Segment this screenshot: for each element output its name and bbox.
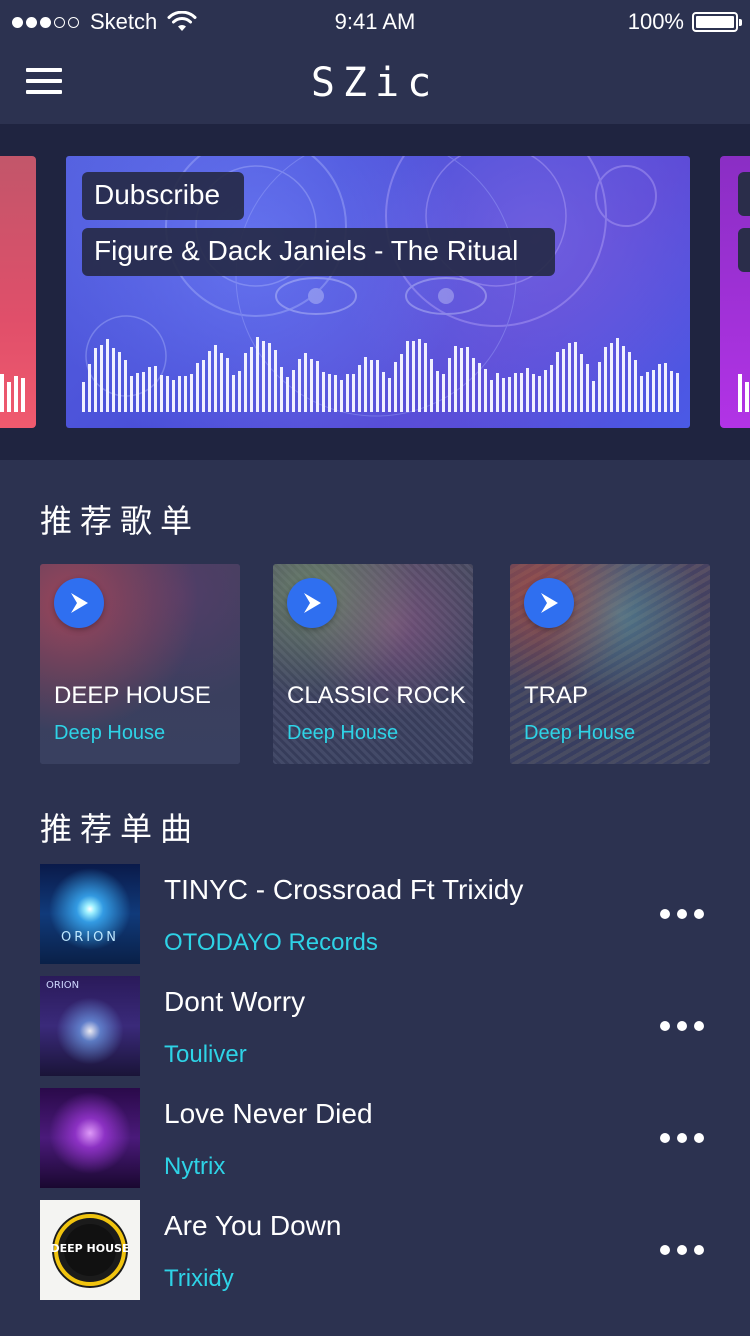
battery-icon xyxy=(692,12,742,32)
cover-text: DEEP HOUSE xyxy=(50,1242,130,1255)
more-options-icon[interactable] xyxy=(660,1128,704,1148)
song-cover: ORION xyxy=(40,864,140,964)
playlist-subtitle: Deep House xyxy=(524,722,636,744)
playlist-title: TRAP xyxy=(524,682,589,709)
audio-visualizer xyxy=(82,332,679,412)
song-row[interactable]: ORION TINYC - Crossroad Ft Trixidy OTODA… xyxy=(40,864,710,964)
playlist-title: CLASSIC ROCK xyxy=(287,682,466,709)
song-cover: DEEP HOUSE xyxy=(40,1200,140,1300)
play-icon[interactable] xyxy=(524,578,574,628)
song-cover xyxy=(40,1088,140,1188)
banner-featured-card[interactable]: Dubscribe Figure & Dack Janiels - The Ri… xyxy=(66,156,690,428)
navbar: SZic xyxy=(0,44,750,124)
song-row[interactable]: Love Never Died Nytrix xyxy=(40,1088,710,1188)
more-options-icon[interactable] xyxy=(660,904,704,924)
playlists-section-title: 推荐歌单 xyxy=(40,502,201,540)
song-artist[interactable]: Touliver xyxy=(164,1041,247,1069)
song-title: Dont Worry xyxy=(164,986,306,1017)
song-row[interactable]: ORION Dont Worry Touliver xyxy=(40,976,710,1076)
song-title: TINYC - Crossroad Ft Trixidy xyxy=(164,874,524,905)
song-artist[interactable]: Nytrix xyxy=(164,1153,225,1181)
song-title: Are You Down xyxy=(164,1210,342,1241)
song-title: Love Never Died xyxy=(164,1098,373,1129)
play-icon[interactable] xyxy=(287,578,337,628)
playlist-card-trap[interactable]: TRAP Deep House xyxy=(510,564,710,764)
playlist-title: DEEP HOUSE xyxy=(54,682,211,709)
playlist-subtitle: Deep House xyxy=(54,722,166,744)
song-artist[interactable]: Trixiđy xyxy=(164,1265,234,1293)
songs-section-title: 推荐单曲 xyxy=(40,810,201,848)
banner-next-card[interactable] xyxy=(720,156,750,428)
song-artist[interactable]: OTODAYO Records xyxy=(164,929,378,957)
cover-text: ORION xyxy=(46,980,80,991)
battery-percentage: 100% xyxy=(627,9,684,34)
playlist-card-classic-rock[interactable]: CLASSIC ROCK Deep House xyxy=(273,564,473,764)
cover-text: ORION xyxy=(60,930,120,945)
playlist-subtitle: Deep House xyxy=(287,722,399,744)
banner-prev-card[interactable] xyxy=(0,156,36,428)
playlist-card-deep-house[interactable]: DEEP HOUSE Deep House xyxy=(40,564,240,764)
song-cover: ORION xyxy=(40,976,140,1076)
banner-track-title[interactable]: Figure & Dack Janiels - The Ritual xyxy=(82,228,555,276)
more-options-icon[interactable] xyxy=(660,1016,704,1036)
song-row[interactable]: DEEP HOUSE Are You Down Trixiđy xyxy=(40,1200,710,1300)
play-icon[interactable] xyxy=(54,578,104,628)
subscribe-button[interactable]: Dubscribe xyxy=(82,172,244,220)
status-bar: Sketch 9:41 AM 100% xyxy=(0,0,750,44)
app-title: SZic xyxy=(310,60,440,106)
more-options-icon[interactable] xyxy=(660,1240,704,1260)
banner-carousel[interactable]: Dubscribe Figure & Dack Janiels - The Ri… xyxy=(0,124,750,460)
status-right: 100% xyxy=(627,9,742,35)
